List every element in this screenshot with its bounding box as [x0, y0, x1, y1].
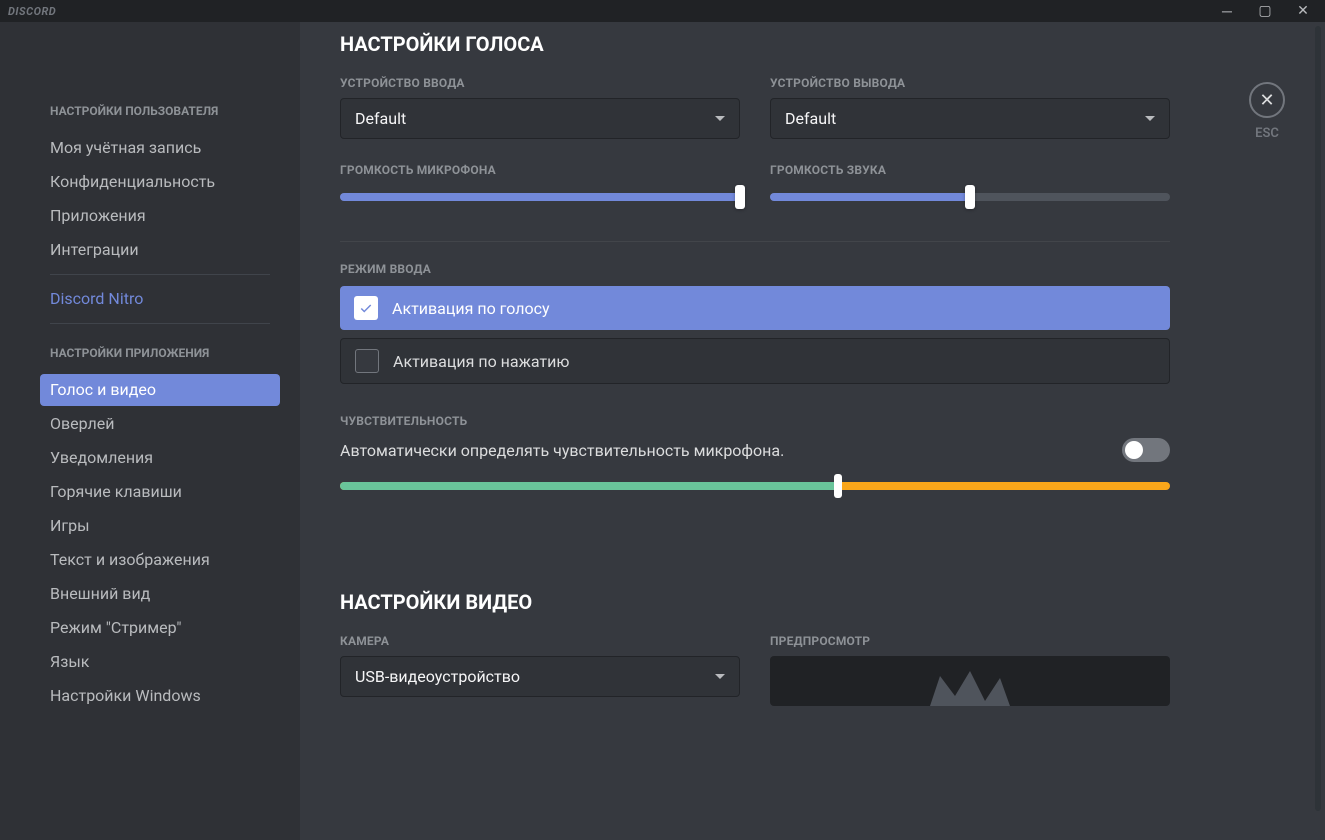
chevron-down-icon	[1145, 116, 1155, 121]
minimize-icon[interactable]: ─	[1217, 3, 1237, 20]
sound-volume-label: ГРОМКОСТЬ ЗВУКА	[770, 163, 1170, 177]
input-device-select[interactable]: Default	[340, 98, 740, 139]
sidebar-item-appearance[interactable]: Внешний вид	[40, 578, 280, 610]
maximize-icon[interactable]: ▢	[1255, 3, 1275, 20]
input-mode-push-label: Активация по нажатию	[393, 352, 569, 371]
sidebar-item-streamer[interactable]: Режим "Стример"	[40, 612, 280, 644]
sidebar-divider	[50, 274, 270, 275]
sensitivity-slider[interactable]	[340, 482, 1170, 490]
output-device-select[interactable]: Default	[770, 98, 1170, 139]
input-device-value: Default	[355, 109, 406, 128]
settings-main: ✕ ESC НАСТРОЙКИ ГОЛОСА УСТРОЙСТВО ВВОДА …	[300, 22, 1325, 840]
camera-value: USB-видеоустройство	[355, 667, 520, 686]
close-settings-button[interactable]: ✕	[1249, 82, 1285, 118]
sidebar-item-language[interactable]: Язык	[40, 646, 280, 678]
checkbox-unchecked-icon	[355, 349, 379, 373]
input-mode-push-to-talk[interactable]: Активация по нажатию	[340, 338, 1170, 384]
window-controls: ─ ▢ ✕	[1217, 3, 1317, 20]
voice-settings-title: НАСТРОЙКИ ГОЛОСА	[340, 32, 1170, 56]
sidebar-item-notifications[interactable]: Уведомления	[40, 442, 280, 474]
sound-volume-slider[interactable]	[770, 193, 1170, 201]
app-logo: DISCORD	[8, 5, 56, 18]
sidebar-divider	[50, 323, 270, 324]
sidebar-item-voice-video[interactable]: Голос и видео	[40, 374, 280, 406]
close-window-icon[interactable]: ✕	[1293, 3, 1313, 20]
input-device-label: УСТРОЙСТВО ВВОДА	[340, 76, 740, 90]
chevron-down-icon	[715, 674, 725, 679]
sidebar-item-account[interactable]: Моя учётная запись	[40, 132, 280, 164]
sidebar-header-user: НАСТРОЙКИ ПОЛЬЗОВАТЕЛЯ	[40, 98, 300, 124]
camera-label: КАМЕРА	[340, 634, 740, 648]
input-mode-voice-activity[interactable]: Активация по голосу	[340, 286, 1170, 330]
auto-sensitivity-toggle[interactable]	[1122, 438, 1170, 462]
chevron-down-icon	[715, 116, 725, 121]
sidebar-header-app: НАСТРОЙКИ ПРИЛОЖЕНИЯ	[40, 340, 300, 366]
close-label: ESC	[1249, 126, 1285, 141]
camera-select[interactable]: USB-видеоустройство	[340, 656, 740, 697]
auto-sensitivity-label: Автоматически определять чувствительност…	[340, 441, 784, 460]
sensitivity-label: ЧУВСТВИТЕЛЬНОСТЬ	[340, 414, 1170, 428]
sidebar-item-hotkeys[interactable]: Горячие клавиши	[40, 476, 280, 508]
sidebar-item-privacy[interactable]: Конфиденциальность	[40, 166, 280, 198]
preview-label: ПРЕДПРОСМОТР	[770, 634, 1170, 648]
video-settings-title: НАСТРОЙКИ ВИДЕО	[340, 590, 1170, 614]
preview-placeholder-icon	[910, 666, 1030, 706]
titlebar: DISCORD ─ ▢ ✕	[0, 0, 1325, 22]
settings-sidebar: НАСТРОЙКИ ПОЛЬЗОВАТЕЛЯ Моя учётная запис…	[0, 22, 300, 840]
mic-volume-label: ГРОМКОСТЬ МИКРОФОНА	[340, 163, 740, 177]
sidebar-item-overlay[interactable]: Оверлей	[40, 408, 280, 440]
sidebar-item-integrations[interactable]: Интеграции	[40, 234, 280, 266]
mic-volume-slider[interactable]	[340, 193, 740, 201]
output-device-label: УСТРОЙСТВО ВЫВОДА	[770, 76, 1170, 90]
sidebar-item-windows[interactable]: Настройки Windows	[40, 680, 280, 712]
checkbox-checked-icon	[354, 296, 378, 320]
scrollbar[interactable]	[1315, 26, 1321, 811]
sidebar-item-games[interactable]: Игры	[40, 510, 280, 542]
input-mode-label: РЕЖИМ ВВОДА	[340, 262, 1170, 276]
sidebar-item-text-images[interactable]: Текст и изображения	[40, 544, 280, 576]
output-device-value: Default	[785, 109, 836, 128]
video-preview	[770, 656, 1170, 706]
sidebar-item-nitro[interactable]: Discord Nitro	[40, 283, 280, 315]
sidebar-item-apps[interactable]: Приложения	[40, 200, 280, 232]
input-mode-voice-label: Активация по голосу	[392, 299, 550, 318]
close-icon: ✕	[1259, 90, 1274, 111]
